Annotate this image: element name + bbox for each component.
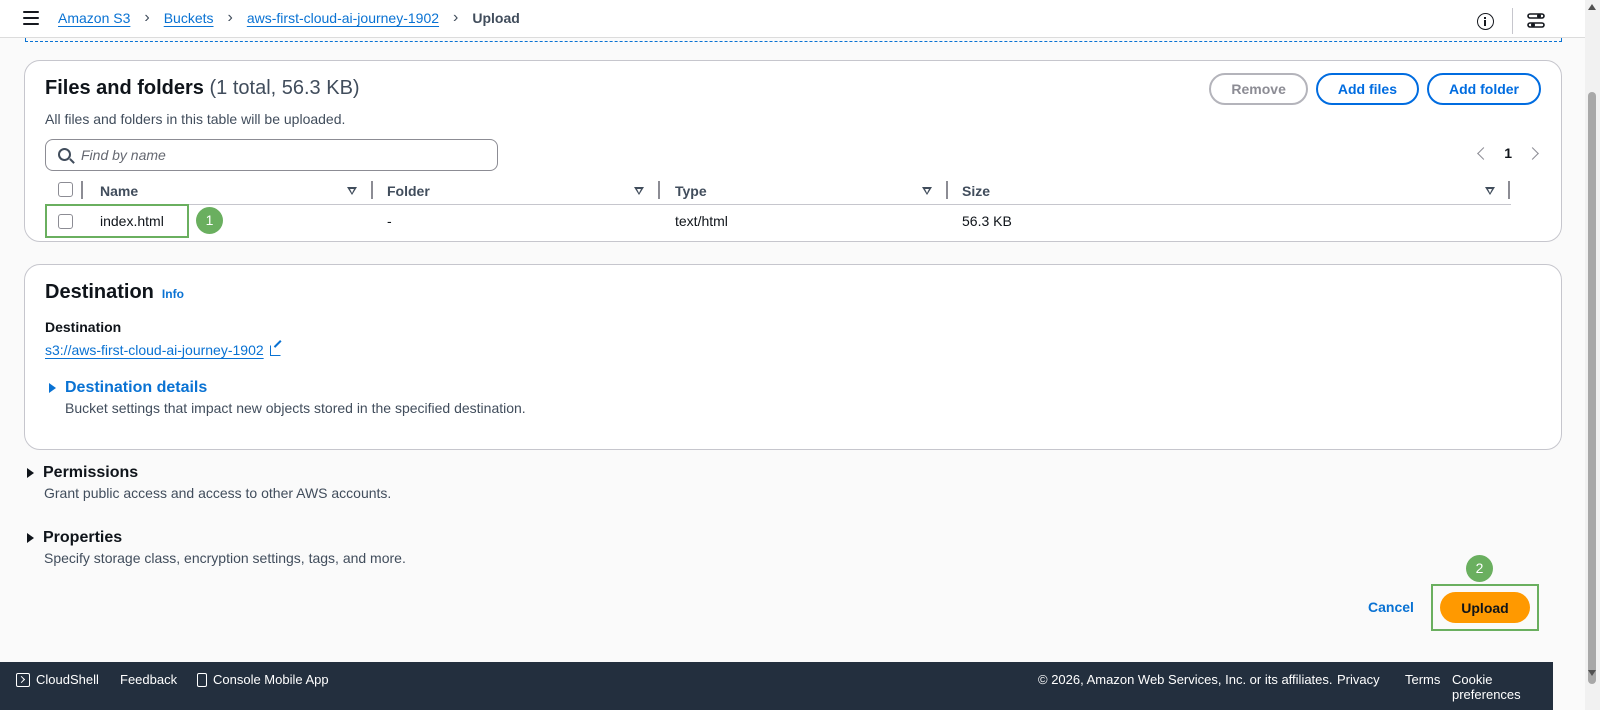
destination-details-description: Bucket settings that impact new objects … [65, 400, 526, 416]
sort-icon[interactable] [922, 187, 932, 195]
scroll-down-icon[interactable] [1588, 670, 1596, 676]
mobile-app-label[interactable]: Console Mobile App [213, 672, 329, 687]
cloudshell-icon [16, 672, 30, 687]
sort-icon[interactable] [1485, 187, 1495, 195]
destination-link[interactable]: s3://aws-first-cloud-ai-journey-1902 [45, 342, 281, 358]
caret-right-icon [27, 533, 34, 543]
files-table: Name Folder Type Size index.html - text/… [45, 177, 1511, 239]
column-header-folder[interactable]: Folder [387, 183, 430, 199]
cloudshell-label[interactable]: CloudShell [36, 672, 99, 687]
column-header-type[interactable]: Type [675, 183, 707, 199]
info-icon[interactable] [1477, 12, 1494, 30]
breadcrumb: Amazon S3 › Buckets › aws-first-cloud-ai… [58, 9, 520, 27]
files-panel-description: All files and folders in this table will… [45, 111, 346, 127]
properties-title[interactable]: Properties [43, 529, 122, 547]
destination-details-expander[interactable]: Destination details [49, 379, 207, 397]
column-divider[interactable] [371, 181, 373, 199]
feedback-link[interactable]: Feedback [120, 672, 177, 687]
upload-button[interactable]: Upload [1440, 592, 1530, 623]
table-row: index.html - text/html 56.3 KB [45, 205, 1511, 239]
external-link-icon [269, 344, 281, 356]
top-navigation-bar: Amazon S3 › Buckets › aws-first-cloud-ai… [0, 0, 1585, 38]
info-link[interactable]: Info [162, 287, 184, 301]
destination-title: Destination Info [45, 281, 184, 304]
column-divider [81, 181, 83, 199]
permissions-title[interactable]: Permissions [43, 464, 138, 482]
destination-link-text[interactable]: s3://aws-first-cloud-ai-journey-1902 [45, 342, 264, 358]
breadcrumb-amazon-s3[interactable]: Amazon S3 [58, 10, 130, 26]
permissions-expander[interactable]: Permissions [27, 464, 138, 482]
chevron-right-icon: › [144, 9, 150, 26]
breadcrumb-buckets[interactable]: Buckets [164, 10, 214, 26]
destination-heading: Destination [45, 281, 154, 303]
privacy-label[interactable]: Privacy [1337, 672, 1380, 687]
file-type: text/html [675, 213, 728, 229]
console-footer: CloudShell Feedback Console Mobile App ©… [0, 662, 1553, 710]
scrollbar[interactable] [1585, 0, 1600, 710]
destination-details-title[interactable]: Destination details [65, 379, 207, 397]
chevron-right-icon: › [453, 9, 459, 26]
caret-right-icon [49, 383, 56, 393]
properties-expander[interactable]: Properties [27, 529, 122, 547]
privacy-link[interactable]: Privacy [1337, 672, 1380, 687]
copyright: © 2026, Amazon Web Services, Inc. or its… [1038, 672, 1333, 687]
drop-zone-border [25, 38, 1562, 42]
files-and-folders-panel: Files and folders (1 total, 56.3 KB) All… [24, 60, 1562, 242]
pagination: 1 [1477, 145, 1539, 161]
properties-description: Specify storage class, encryption settin… [44, 550, 406, 566]
preferences-icon[interactable] [1527, 12, 1545, 30]
step-badge: 1 [196, 207, 223, 234]
copyright-text: © 2026, Amazon Web Services, Inc. or its… [1038, 672, 1333, 687]
cookie-preferences-link[interactable]: Cookie preferences [1452, 672, 1553, 702]
breadcrumb-current: Upload [472, 10, 520, 26]
mobile-icon [197, 672, 207, 687]
step-badge: 2 [1466, 555, 1493, 582]
column-header-size[interactable]: Size [962, 183, 990, 199]
search-field [45, 139, 498, 171]
annotation-highlight-box [45, 204, 189, 238]
files-panel-count: (1 total, 56.3 KB) [209, 77, 360, 99]
column-divider[interactable] [1508, 181, 1510, 199]
mobile-app-link[interactable]: Console Mobile App [197, 672, 329, 687]
remove-button[interactable]: Remove [1209, 73, 1308, 105]
cookie-preferences-label[interactable]: Cookie preferences [1452, 672, 1553, 702]
sort-icon[interactable] [347, 187, 357, 195]
permissions-description: Grant public access and access to other … [44, 485, 392, 501]
add-folder-button[interactable]: Add folder [1427, 73, 1541, 105]
column-header-name[interactable]: Name [100, 183, 138, 199]
destination-label: Destination [45, 319, 122, 335]
feedback-label[interactable]: Feedback [120, 672, 177, 687]
terms-label[interactable]: Terms [1405, 672, 1440, 687]
files-panel-heading: Files and folders [45, 77, 204, 99]
file-folder: - [387, 213, 392, 229]
menu-icon[interactable] [23, 11, 39, 25]
current-page[interactable]: 1 [1504, 145, 1512, 161]
select-all-checkbox[interactable] [58, 182, 73, 197]
cloudshell-button[interactable]: CloudShell [16, 672, 99, 687]
caret-right-icon [27, 468, 34, 478]
terms-link[interactable]: Terms [1405, 672, 1440, 687]
file-size: 56.3 KB [962, 213, 1012, 229]
chevron-right-icon[interactable] [1526, 146, 1539, 160]
files-panel-actions: Remove Add files Add folder [1209, 73, 1541, 105]
table-header: Name Folder Type Size [45, 177, 1511, 205]
divider [1512, 8, 1513, 34]
chevron-right-icon: › [227, 9, 233, 26]
top-utility-icons [1477, 8, 1545, 34]
files-panel-title: Files and folders (1 total, 56.3 KB) [45, 77, 360, 100]
sort-icon[interactable] [634, 187, 644, 195]
cancel-button[interactable]: Cancel [1368, 599, 1414, 615]
search-icon [58, 148, 71, 161]
search-input[interactable] [81, 145, 481, 165]
scroll-up-icon[interactable] [1588, 4, 1596, 10]
column-divider[interactable] [658, 181, 660, 199]
chevron-left-icon[interactable] [1477, 146, 1491, 160]
add-files-button[interactable]: Add files [1315, 73, 1419, 105]
scrollbar-thumb[interactable] [1588, 92, 1596, 684]
destination-panel: Destination Info Destination s3://aws-fi… [24, 264, 1562, 450]
breadcrumb-bucket-name[interactable]: aws-first-cloud-ai-journey-1902 [247, 10, 439, 26]
column-divider[interactable] [946, 181, 948, 199]
